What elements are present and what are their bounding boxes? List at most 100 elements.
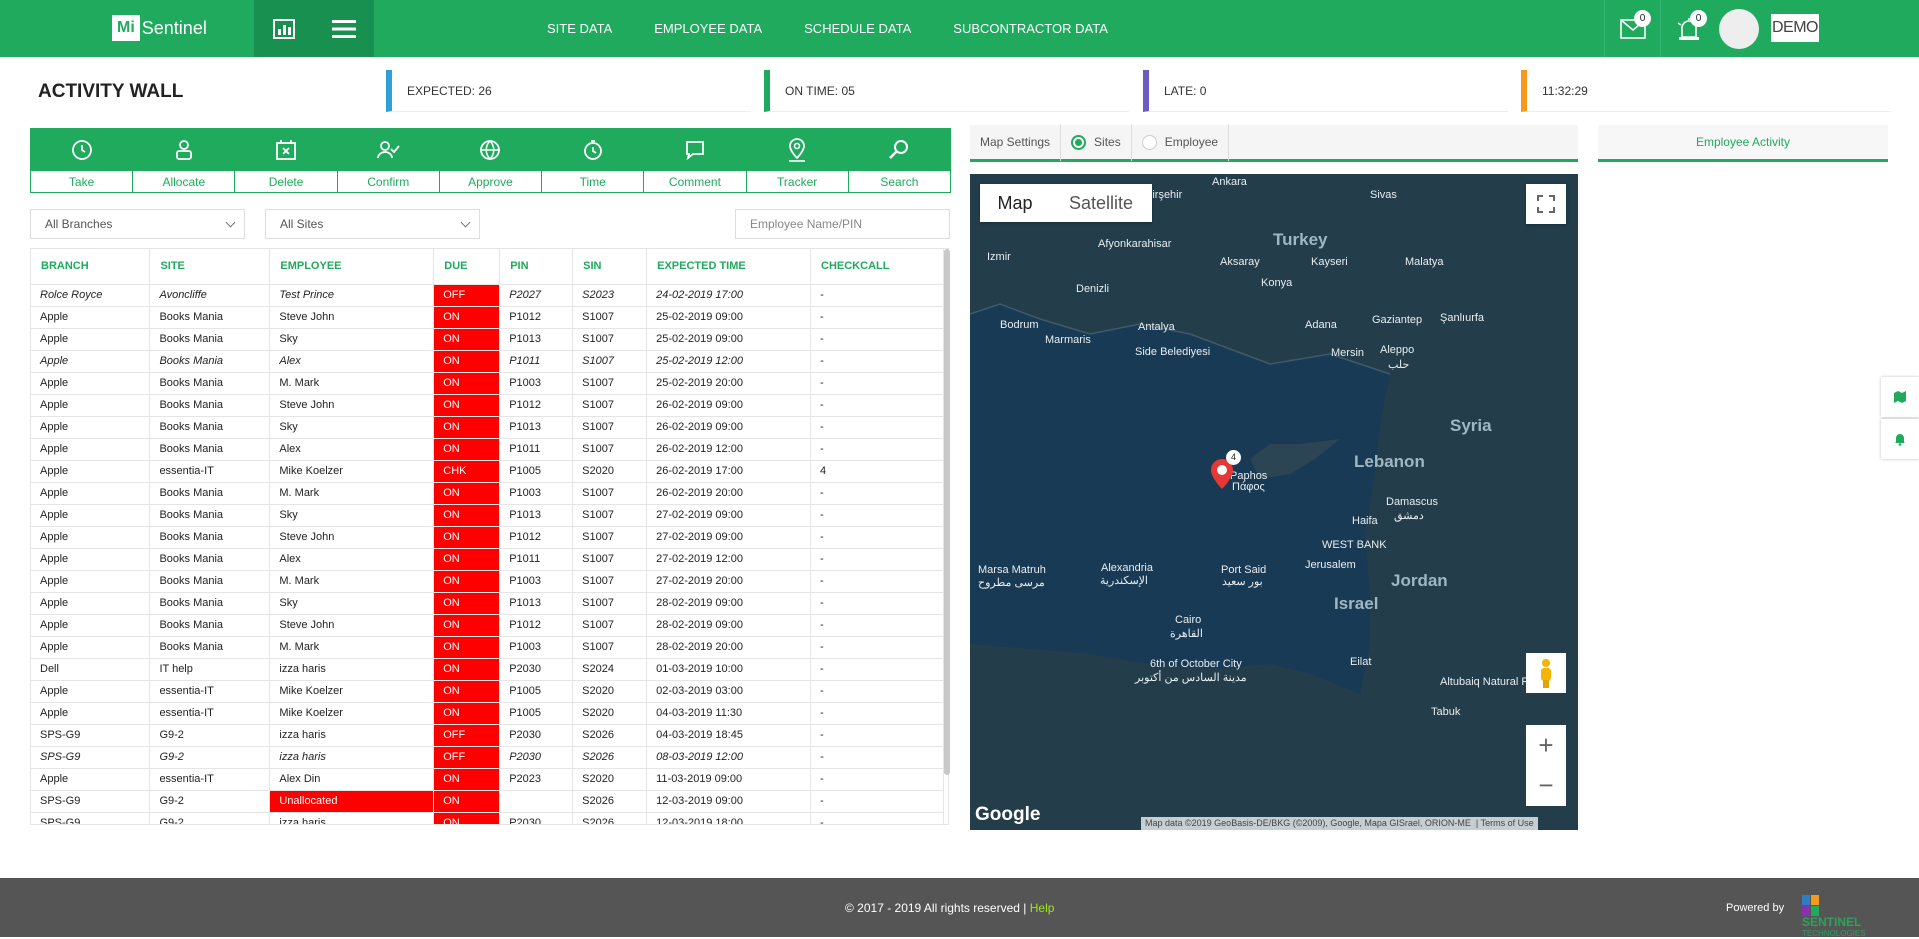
user-logo[interactable]: DEMO (1771, 14, 1819, 42)
table-row[interactable]: Apple Books Mania Sky ON P1013 S1007 25-02-201… (31, 328, 944, 351)
messages-button[interactable]: 0 (1604, 0, 1660, 57)
cell-sin: S2020 (572, 768, 648, 791)
sentinel-logo[interactable]: SENTINEL TECHNOLOGIES (1802, 895, 1866, 939)
table-row[interactable]: Dell IT help izza haris ON P2030 S2024 01-03-2… (31, 658, 944, 681)
confirm-button[interactable]: Confirm (337, 129, 440, 192)
cell-checkcall: - (810, 526, 944, 549)
table-row[interactable]: Apple Books Mania Steve John ON P1012 S1007 28… (31, 614, 944, 637)
table-row[interactable]: Apple Books Mania Steve John ON P1012 S1007 26… (31, 394, 944, 417)
table-row[interactable]: Apple essentia-IT Mike Koelzer CHK P1005 S202… (31, 460, 944, 483)
header-checkcall[interactable]: CHECKCALL (810, 249, 944, 285)
take-button[interactable]: Take (31, 129, 134, 192)
cell-sin: S1007 (572, 350, 648, 373)
cell-expected-time: 26-02-2019 12:00 (646, 438, 812, 461)
table-row[interactable]: Apple Books Mania Alex ON P1011 S1007 25-02-20… (31, 350, 944, 373)
help-link[interactable]: Help (1030, 901, 1055, 915)
header-pin[interactable]: PIN (499, 249, 574, 285)
cell-checkcall: - (810, 306, 944, 329)
table-row[interactable]: Apple Books Mania M. Mark ON P1003 S1007 25-02… (31, 372, 944, 395)
table-row[interactable]: Apple Books Mania Sky ON P1013 S1007 28-02-201… (31, 592, 944, 615)
cell-site: G9-2 (149, 812, 271, 824)
cell-site: G9-2 (149, 724, 271, 747)
terms-link[interactable]: Terms of Use (1481, 818, 1534, 828)
table-row[interactable]: Apple Books Mania Alex ON P1011 S1007 26-02-20… (31, 438, 944, 461)
table-row[interactable]: Apple Books Mania M. Mark ON P1003 S1007 28-02… (31, 636, 944, 659)
map-label: Antalya (1138, 321, 1175, 333)
table-scrollbar[interactable] (944, 249, 950, 775)
search-button[interactable]: Search (848, 129, 950, 192)
sites-radio[interactable]: Sites (1061, 123, 1132, 161)
map-label: Denizli (1076, 283, 1110, 295)
header-site[interactable]: SITE (149, 249, 271, 285)
map-label: مرسى مطروح (978, 577, 1045, 589)
cell-employee: Alex (269, 350, 435, 373)
cell-employee: M. Mark (269, 372, 435, 395)
dashboard-button[interactable] (254, 0, 314, 57)
cell-employee: Sky (269, 328, 435, 351)
map-type-satellite-button[interactable]: Satellite (1050, 184, 1152, 222)
cell-checkcall: - (810, 328, 944, 351)
table-row[interactable]: Apple essentia-IT Mike Koelzer ON P1005 S2020… (31, 702, 944, 725)
branch-select[interactable]: All Branches (30, 209, 245, 239)
table-row[interactable]: Rolce Royce Avoncliffe Test Prince OFF P2027… (31, 284, 944, 307)
header-due[interactable]: DUE (433, 249, 501, 285)
cell-expected-time: 26-02-2019 09:00 (646, 394, 812, 417)
alerts-button[interactable]: 0 (1660, 0, 1716, 57)
table-row[interactable]: Apple Books Mania Sky ON P1013 S1007 27-02-201… (31, 504, 944, 527)
nav-site-data[interactable]: SITE DATA (547, 21, 612, 36)
avatar[interactable] (1719, 9, 1759, 49)
menu-button[interactable] (314, 0, 374, 57)
table-row[interactable]: Apple Books Mania Alex ON P1011 S1007 27-02-20… (31, 548, 944, 571)
employee-activity-tab[interactable]: Employee Activity (1598, 125, 1888, 162)
table-row[interactable]: Apple essentia-IT Mike Koelzer ON P1005 S2020… (31, 680, 944, 703)
table-row[interactable]: SPS-G9 G9-2 izza haris OFF P2030 S2026 04-03-2… (31, 724, 944, 747)
site-marker[interactable]: 4 (1210, 450, 1241, 489)
zoom-in-button[interactable]: + (1526, 725, 1566, 765)
table-row[interactable]: Apple Books Mania Sky ON P1013 S1007 26-02-201… (31, 416, 944, 439)
approve-label: Approve (468, 174, 513, 189)
street-view-button[interactable] (1526, 653, 1566, 693)
cell-expected-time: 24-02-2019 17:00 (646, 284, 812, 307)
cell-pin: P1011 (499, 350, 574, 373)
cell-checkcall: - (810, 570, 944, 593)
map-type-map-button[interactable]: Map (980, 184, 1050, 222)
fullscreen-button[interactable] (1526, 184, 1566, 224)
nav-subcontractor-data[interactable]: SUBCONTRACTOR DATA (953, 21, 1108, 36)
map-canvas[interactable]: Ankara Turkey Kayseri Sivas Konya Izmir Afyonk… (970, 174, 1578, 830)
approve-button[interactable]: Approve (439, 129, 543, 192)
side-bell-button[interactable] (1881, 419, 1919, 459)
header-expected-time[interactable]: EXPECTED TIME (646, 249, 812, 285)
table-row[interactable]: SPS-G9 G9-2 Unallocated ON S2026 12-03-2019 0… (31, 790, 944, 813)
cell-due: ON (433, 394, 501, 417)
header-sin[interactable]: SIN (572, 249, 648, 285)
employee-radio[interactable]: Employee (1132, 123, 1230, 161)
zoom-out-button[interactable]: − (1526, 765, 1566, 805)
comment-button[interactable]: Comment (644, 129, 747, 192)
cell-pin: P1012 (499, 306, 574, 329)
site-select[interactable]: All Sites (265, 209, 480, 239)
table-row[interactable]: Apple Books Mania M. Mark ON P1003 S1007 27-02… (31, 570, 944, 593)
time-button[interactable]: Time (542, 129, 645, 192)
map-settings-bar: Map Settings Sites Employee (970, 123, 1578, 162)
activity-table-container[interactable]: BRANCH SITE EMPLOYEE DUE PIN SIN EXPECTE… (30, 248, 949, 825)
header-branch[interactable]: BRANCH (31, 249, 151, 285)
tracker-button[interactable]: Tracker (746, 129, 849, 192)
nav-employee-data[interactable]: EMPLOYEE DATA (654, 21, 762, 36)
cell-expected-time: 28-02-2019 09:00 (646, 614, 812, 637)
map-label: Ankara (1212, 176, 1247, 188)
nav-schedule-data[interactable]: SCHEDULE DATA (804, 21, 911, 36)
header-employee[interactable]: EMPLOYEE (269, 249, 435, 285)
logo[interactable]: Mi Sentinel (112, 13, 207, 43)
cell-sin: S2026 (572, 724, 648, 747)
cell-due: OFF (433, 284, 501, 307)
delete-button[interactable]: Delete (235, 129, 338, 192)
table-row[interactable]: Apple essentia-IT Alex Din ON P2023 S2020 11-0… (31, 768, 944, 791)
table-row[interactable]: Apple Books Mania M. Mark ON P1003 S1007 26-02… (31, 482, 944, 505)
table-row[interactable]: Apple Books Mania Steve John ON P1012 S1007 25… (31, 306, 944, 329)
table-row[interactable]: SPS-G9 G9-2 izza haris OFF P2030 S2026 08-03-2… (31, 746, 944, 769)
side-map-button[interactable] (1881, 377, 1919, 417)
table-row[interactable]: Apple Books Mania Steve John ON P1012 S1007 27… (31, 526, 944, 549)
allocate-button[interactable]: Allocate (133, 129, 236, 192)
employee-search-input[interactable]: Employee Name/PIN (735, 209, 950, 239)
table-row[interactable]: SPS-G9 G9-2 izza haris ON P2030 S2026 12-03-20… (31, 812, 944, 824)
